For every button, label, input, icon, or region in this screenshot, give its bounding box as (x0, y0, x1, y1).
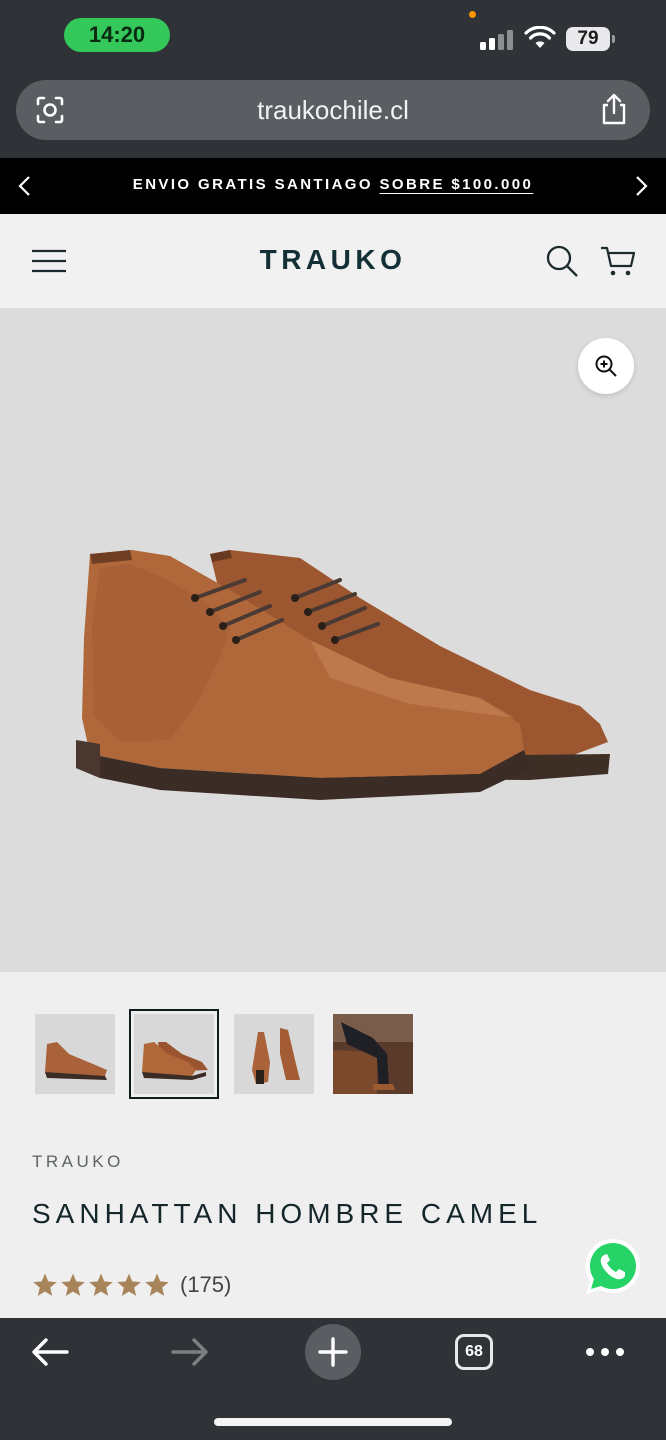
star-icon (33, 1273, 57, 1296)
zoom-in-icon (595, 355, 617, 377)
plus-icon (318, 1337, 348, 1367)
site-header: TRAUKO (0, 214, 666, 308)
forward-button[interactable] (162, 1326, 218, 1378)
back-arrow-icon (32, 1338, 69, 1366)
star-icon (89, 1273, 113, 1296)
cart-icon[interactable] (600, 244, 636, 278)
home-indicator[interactable] (214, 1418, 452, 1426)
tabs-button[interactable]: 68 (452, 1326, 496, 1378)
thumbnail-1[interactable] (35, 1014, 115, 1094)
browser-toolbar: 68 (0, 1318, 666, 1440)
thumbnail-4[interactable] (333, 1014, 413, 1094)
search-icon[interactable] (545, 244, 579, 278)
thumbnail-boot-image (134, 1014, 214, 1094)
thumbnail-3[interactable] (234, 1014, 314, 1094)
star-icon (145, 1273, 169, 1296)
url-text: traukochile.cl (257, 95, 409, 125)
forward-arrow-icon (171, 1338, 208, 1366)
battery-indicator: 79 (566, 27, 615, 51)
zoom-button[interactable] (578, 338, 634, 394)
product-rating[interactable]: (175) (32, 1270, 231, 1300)
star-icon (61, 1273, 85, 1296)
product-image[interactable] (0, 308, 666, 972)
status-bar: 14:20 79 (0, 0, 666, 72)
announcement-message: ENVIO GRATIS SANTIAGO (132, 176, 373, 193)
boots-illustration (76, 550, 610, 800)
thumbnail-lifestyle-image (333, 1014, 413, 1094)
chevron-right-icon[interactable] (630, 174, 652, 198)
back-button[interactable] (22, 1326, 78, 1378)
privacy-indicator (469, 11, 476, 18)
cellular-signal-icon (480, 28, 516, 50)
page: 14:20 79 traukochile.cl ENVIO GRATIS SAN… (0, 0, 666, 1440)
thumbnail-2[interactable] (129, 1009, 219, 1099)
browser-address-area: traukochile.cl (0, 72, 666, 158)
new-tab-button[interactable] (305, 1324, 361, 1380)
status-time: 14:20 (64, 18, 170, 52)
thumbnail-boot-image (234, 1014, 314, 1094)
product-info-section: TRAUKO SANHATTAN HOMBRE CAMEL (175) (0, 972, 666, 1318)
announcement-link[interactable]: SOBRE $100.000 (380, 176, 534, 193)
announcement-text: ENVIO GRATIS SANTIAGO SOBRE $100.000 (0, 158, 666, 214)
review-count[interactable]: (175) (180, 1272, 231, 1298)
product-title: SANHATTAN HOMBRE CAMEL (32, 1198, 543, 1229)
whatsapp-icon[interactable] (582, 1236, 644, 1298)
product-brand[interactable]: TRAUKO (32, 1152, 124, 1172)
tab-count: 68 (455, 1334, 493, 1370)
thumbnail-boot-image (35, 1014, 115, 1094)
announcement-bar: ENVIO GRATIS SANTIAGO SOBRE $100.000 (0, 158, 666, 214)
star-icon (117, 1273, 141, 1296)
share-icon[interactable] (598, 92, 630, 126)
wifi-icon (524, 26, 556, 48)
more-button[interactable] (580, 1326, 630, 1378)
address-bar[interactable]: traukochile.cl (16, 80, 650, 140)
ellipsis-icon (586, 1348, 624, 1356)
